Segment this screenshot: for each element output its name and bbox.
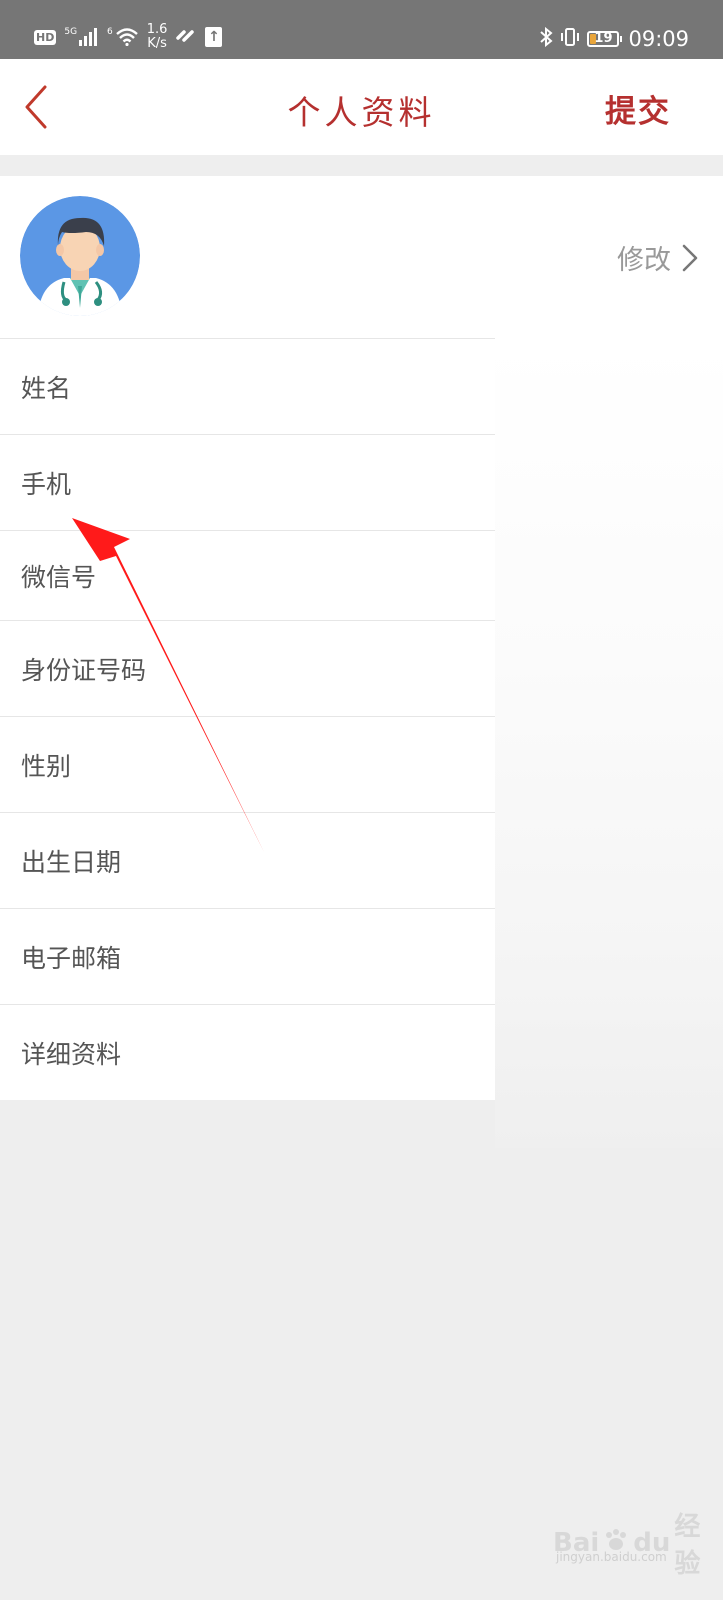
list-item-email[interactable]: 电子邮箱 — [0, 908, 495, 1004]
doctor-avatar-icon — [20, 196, 140, 316]
list-item-birthday[interactable]: 出生日期 — [0, 812, 495, 908]
list-item-label: 电子邮箱 — [21, 943, 122, 973]
hd-badge: HD — [34, 29, 57, 45]
network-speed-unit: K/s — [147, 36, 167, 51]
list-item-label: 详细资料 — [21, 1039, 122, 1069]
modify-avatar-link[interactable]: 修改 — [617, 238, 699, 277]
profile-field-list: 姓名 手机 微信号 身份证号码 性别 出生日期 电子邮箱 详细资料 — [0, 338, 495, 1100]
status-bar: HD 5G 6 1.6 K/s ↑ 19 09:09 — [0, 0, 723, 59]
list-item-gender[interactable]: 性别 — [0, 716, 495, 812]
nav-bar: 个人资料 提交 — [0, 59, 723, 155]
list-item-label: 性别 — [21, 751, 72, 781]
bluetooth-icon — [539, 26, 554, 51]
vibrate-icon — [559, 27, 581, 51]
watermark-logo: Bai du 经验 — [553, 1506, 723, 1580]
avatar-row[interactable]: 修改 — [0, 176, 723, 338]
status-bar-right: 19 09:09 — [539, 24, 689, 54]
wifi-type-label: 6 — [107, 27, 113, 37]
list-item-label: 身份证号码 — [21, 655, 147, 685]
list-item-label: 姓名 — [21, 373, 72, 403]
list-item-label: 出生日期 — [21, 847, 122, 877]
list-item-id-number[interactable]: 身份证号码 — [0, 620, 495, 716]
modify-label: 修改 — [617, 245, 671, 276]
watermark-product: 经验 — [674, 1512, 701, 1579]
status-bar-left: HD 5G 6 1.6 K/s ↑ — [34, 22, 223, 52]
list-item-details[interactable]: 详细资料 — [0, 1004, 495, 1100]
list-item-phone[interactable]: 手机 — [0, 434, 495, 530]
blurred-region — [495, 338, 723, 1148]
network-speed-value: 1.6 — [146, 22, 168, 37]
clock: 09:09 — [628, 27, 689, 51]
signal-type-label: 5G — [64, 27, 78, 37]
cellular-signal-icon: 5G — [64, 28, 99, 46]
wifi-icon: 6 — [107, 28, 139, 46]
list-item-name[interactable]: 姓名 — [0, 338, 495, 434]
upload-icon: ↑ — [205, 27, 223, 47]
link-icon — [175, 26, 197, 48]
battery-level: 19 — [594, 31, 613, 46]
list-item-wechat[interactable]: 微信号 — [0, 530, 495, 620]
avatar[interactable] — [20, 196, 140, 316]
watermark-domain: jingyan.baidu.com — [556, 1550, 667, 1564]
chevron-right-icon — [682, 244, 698, 271]
list-item-label: 微信号 — [21, 562, 97, 592]
battery-icon: 19 — [587, 31, 620, 47]
network-speed: 1.6 K/s — [147, 23, 168, 51]
list-item-label: 手机 — [21, 469, 72, 499]
battery-cap — [620, 36, 623, 42]
submit-button[interactable]: 提交 — [605, 86, 671, 131]
